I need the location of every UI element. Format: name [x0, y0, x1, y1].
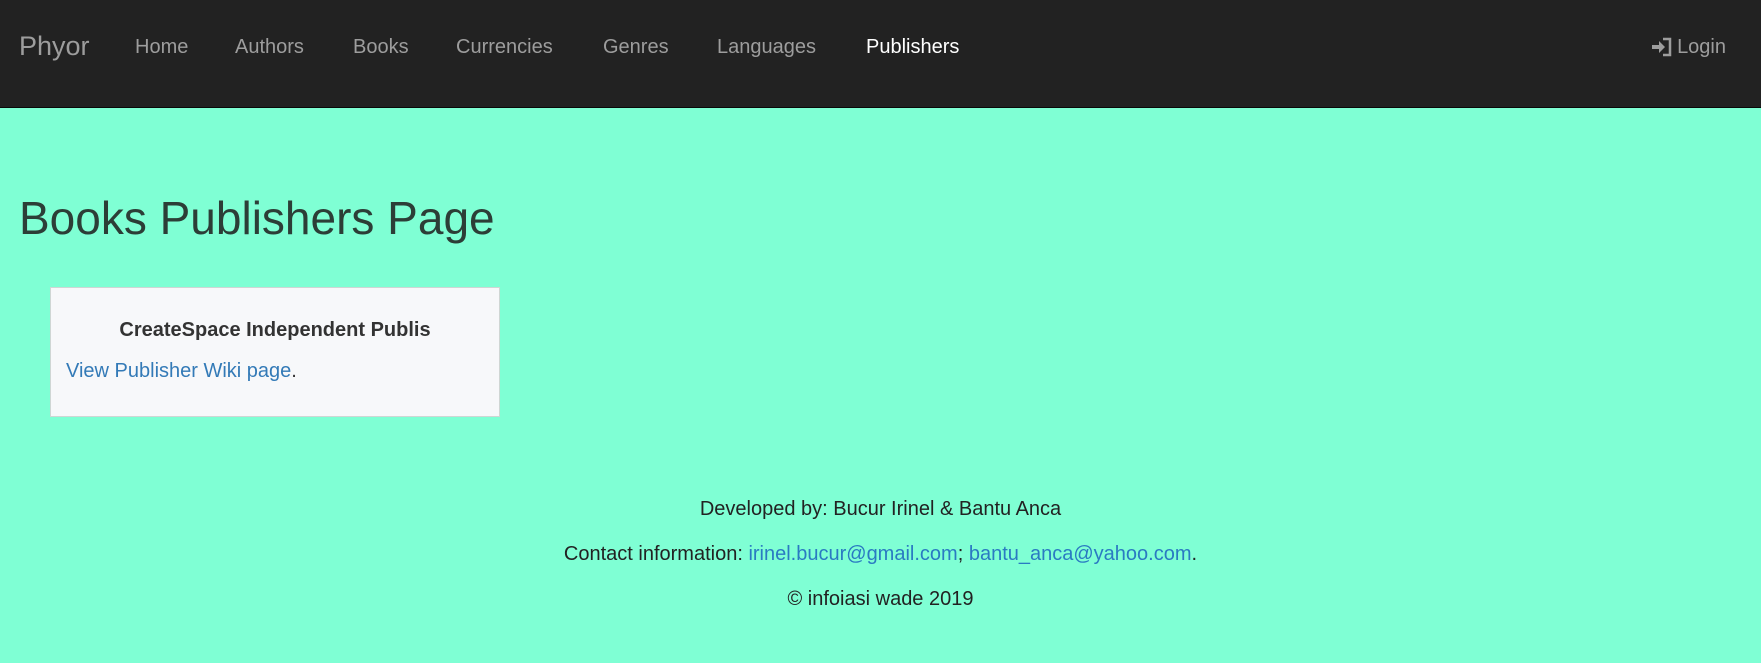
- nav-item-publishers[interactable]: Publishers: [866, 35, 959, 59]
- nav-item-home[interactable]: Home: [135, 35, 188, 59]
- link-suffix: .: [291, 360, 297, 382]
- email-link-irinel[interactable]: irinel.bucur@gmail.com: [748, 543, 957, 565]
- contact-suffix: .: [1191, 543, 1198, 565]
- nav-item-currencies[interactable]: Currencies: [456, 35, 553, 59]
- publisher-wiki-link[interactable]: View Publisher Wiki page: [66, 360, 291, 382]
- email-separator: ;: [957, 543, 969, 565]
- footer-copyright: © infoiasi wade 2019: [787, 588, 974, 610]
- footer-contact: Contact information: irinel.bucur@gmail.…: [0, 542, 1761, 566]
- contact-prefix: Contact information:: [563, 543, 749, 565]
- nav-item-languages[interactable]: Languages: [717, 35, 816, 59]
- publisher-name: CreateSpace Independent Publis: [119, 319, 431, 341]
- nav-item-authors[interactable]: Authors: [235, 35, 304, 59]
- brand-link[interactable]: Phyor: [19, 29, 90, 63]
- publisher-card: CreateSpace Independent Publis View Publ…: [50, 287, 500, 417]
- email-link-anca[interactable]: bantu_anca@yahoo.com: [969, 543, 1192, 565]
- top-navbar: Phyor Home Authors Books Currencies Genr…: [0, 0, 1761, 108]
- footer-developed-by: Developed by: Bucur Irinel & Bantu Anca: [699, 498, 1062, 520]
- publisher-link-line: View Publisher Wiki page.: [66, 359, 297, 383]
- page-title: Books Publishers Page: [19, 192, 495, 244]
- login-link[interactable]: Login: [1650, 35, 1726, 59]
- login-label: Login: [1677, 36, 1726, 58]
- log-in-icon: [1650, 36, 1674, 58]
- nav-item-books[interactable]: Books: [353, 35, 409, 59]
- nav-item-genres[interactable]: Genres: [603, 35, 669, 59]
